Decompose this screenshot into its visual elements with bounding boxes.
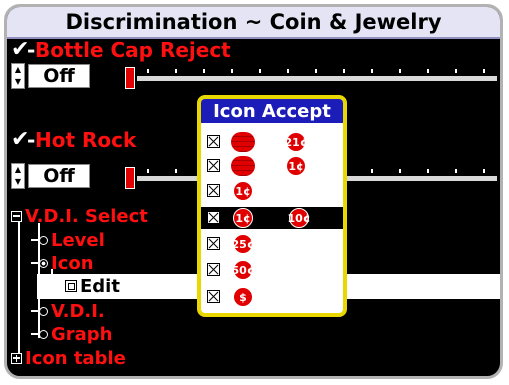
coin-50c-icon: 50¢ <box>232 260 254 280</box>
tree-connector <box>31 333 39 335</box>
tree-dash: - <box>27 128 36 152</box>
coin-1c-icon: 1¢ <box>286 156 306 176</box>
hot-rock-toggle[interactable]: ▲ ▼ Off <box>11 163 90 189</box>
toggle-arrows-icon[interactable]: ▲ ▼ <box>11 163 25 189</box>
icon-row-2[interactable]: 1¢ <box>201 155 343 177</box>
coin-stack-icon <box>231 156 255 176</box>
icon-row-4-selected[interactable]: 1¢ 10¢ <box>201 207 343 229</box>
vdi-node[interactable]: V.D.I. <box>31 300 105 322</box>
icon-row-1[interactable]: 21¢ <box>201 131 343 153</box>
radio-empty-icon <box>39 306 48 316</box>
icon-node[interactable]: Icon <box>31 252 94 274</box>
coin-stack-icon <box>231 132 255 152</box>
tree-connector <box>31 310 39 312</box>
collapse-icon[interactable] <box>11 210 22 222</box>
icon-row-1-checkbox[interactable] <box>207 135 220 148</box>
icon-row-7[interactable]: $ <box>201 286 343 308</box>
bottle-cap-value[interactable]: Off <box>28 64 90 88</box>
icon-row-2-checkbox[interactable] <box>207 159 220 172</box>
coin-10c-icon: 10¢ <box>288 208 310 228</box>
radio-selected-icon <box>39 258 48 268</box>
popup-title: Icon Accept <box>201 99 343 123</box>
vdi-label: V.D.I. <box>51 300 105 322</box>
icon-row-6-checkbox[interactable] <box>207 263 220 276</box>
edit-node[interactable]: Edit <box>65 275 120 297</box>
tree-connector <box>31 262 39 264</box>
bottle-cap-slider-track[interactable] <box>137 76 497 81</box>
graph-label: Graph <box>51 323 113 345</box>
edit-label: Edit <box>80 275 120 297</box>
coin-25c-icon: 25¢ <box>232 234 254 254</box>
icon-accept-popup[interactable]: Icon Accept 21¢ 1¢ 1¢ 1¢ 10¢ 25¢ 50¢ $ <box>197 95 347 317</box>
hot-rock-value[interactable]: Off <box>28 164 90 188</box>
icon-row-7-checkbox[interactable] <box>207 290 220 303</box>
bottle-cap-check-icon: ✔ <box>11 37 30 62</box>
icon-row-3-checkbox[interactable] <box>207 184 220 197</box>
icon-row-5[interactable]: 25¢ <box>201 233 343 255</box>
icon-table-label: Icon table <box>25 347 126 369</box>
graph-node[interactable]: Graph <box>31 323 113 345</box>
tree-connector <box>31 239 39 241</box>
bottle-cap-toggle[interactable]: ▲ ▼ Off <box>11 63 90 89</box>
expand-icon[interactable] <box>11 352 22 364</box>
vdi-select-label: V.D.I. Select <box>25 205 148 227</box>
hot-rock-row[interactable]: ✔ - Hot Rock <box>11 127 136 153</box>
coin-1c-icon: 1¢ <box>233 181 253 201</box>
bottle-cap-slider-ticks <box>147 69 497 73</box>
level-node[interactable]: Level <box>31 229 105 251</box>
edit-icon <box>65 280 77 292</box>
toggle-arrows-icon[interactable]: ▲ ▼ <box>11 63 25 89</box>
radio-empty-icon <box>39 329 48 339</box>
coin-dollar-icon: $ <box>233 287 253 307</box>
bottle-cap-slider-knob[interactable] <box>125 67 135 89</box>
icon-table-node[interactable]: Icon table <box>11 347 126 369</box>
coin-1c-icon: 1¢ <box>233 208 253 228</box>
screen-title: Discrimination ~ Coin & Jewelry <box>7 7 500 39</box>
icon-row-5-checkbox[interactable] <box>207 237 220 250</box>
hot-rock-slider-knob[interactable] <box>125 167 135 189</box>
icon-label: Icon <box>51 252 94 274</box>
level-label: Level <box>51 229 105 251</box>
radio-empty-icon <box>39 235 48 245</box>
icon-row-6[interactable]: 50¢ <box>201 259 343 281</box>
detector-screen: Discrimination ~ Coin & Jewelry ✔ - Bott… <box>4 4 503 379</box>
hot-rock-check-icon: ✔ <box>11 127 30 152</box>
bottle-cap-reject-row[interactable]: ✔ - Bottle Cap Reject <box>11 37 231 63</box>
tree-dash: - <box>27 38 36 62</box>
icon-row-4-checkbox[interactable] <box>207 211 220 224</box>
icon-row-3[interactable]: 1¢ <box>201 180 343 202</box>
coin-21c-icon: 21¢ <box>285 132 307 152</box>
vdi-select-node[interactable]: V.D.I. Select <box>11 205 148 227</box>
hot-rock-label: Hot Rock <box>35 128 137 152</box>
bottle-cap-reject-label: Bottle Cap Reject <box>35 38 231 62</box>
tree-trunk-line <box>18 221 20 359</box>
